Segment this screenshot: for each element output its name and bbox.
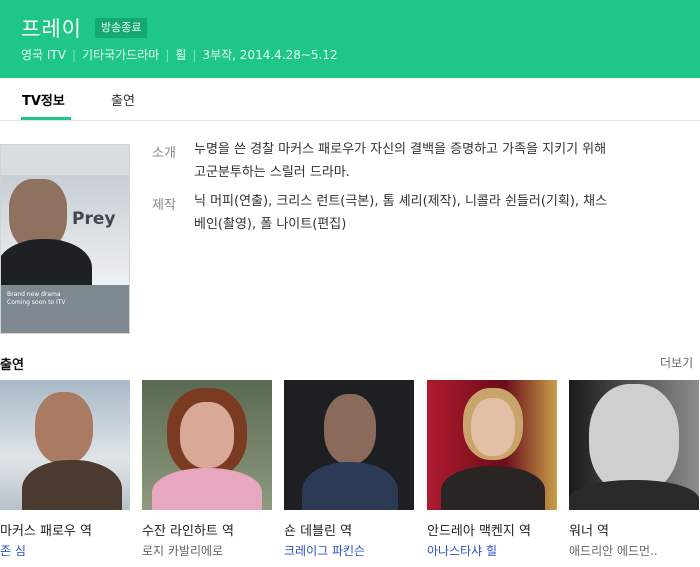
photo-body — [22, 460, 122, 510]
meta-network[interactable]: 영국 ITV — [21, 48, 66, 62]
more-link[interactable]: 더보기 — [660, 354, 693, 371]
production-line: 닉 머피(연출), 크리스 런트(극본), 톰 셰리(제작), 니콜라 쉰들러(… — [194, 194, 608, 209]
photo-head — [471, 398, 515, 456]
intro-line: 누명을 쓴 경찰 마커스 패로우가 자신의 결백을 증명하고 가족을 지키기 위… — [194, 142, 607, 157]
tab-tv-info[interactable]: TV정보 — [22, 90, 65, 109]
production-line: 베인(촬영), 폴 나이트(편집) — [194, 217, 347, 232]
cast-role[interactable]: 숀 데블린 역 — [284, 520, 414, 539]
program-header: 프레이 방송종료 영국 ITV | 기타국가드라마 | 휠 | 3부작, 2014.4.28… — [0, 0, 700, 78]
photo-head — [35, 392, 93, 464]
photo-head — [324, 394, 376, 464]
intro-line: 고군분투하는 스릴러 드라마. — [194, 165, 350, 180]
cast-photo[interactable] — [142, 380, 272, 510]
cast-actor-link[interactable]: 크레이그 파킨슨 — [284, 542, 414, 559]
photo-head — [180, 402, 234, 468]
cast-role[interactable]: 워너 역 — [569, 520, 699, 539]
poster-photo: Prey — [1, 175, 129, 299]
poster-caption: Brand new drama Coming soon to ITV — [7, 291, 66, 307]
meta-genre[interactable]: 기타국가드라마 — [82, 48, 159, 62]
meta-separator: | — [71, 48, 77, 62]
cast-role[interactable]: 마커스 패로우 역 — [0, 520, 130, 539]
cast-card[interactable]: 수잔 라인하트 역 로지 카발리에로 — [142, 380, 272, 558]
cast-actor: 애드리안 에드먼.. — [569, 544, 658, 558]
poster-caption-line1: Brand new drama — [7, 291, 61, 298]
program-title[interactable]: 프레이 — [21, 13, 82, 43]
cast-photo[interactable] — [284, 380, 414, 510]
intro-label: 소개 — [152, 146, 176, 161]
cast-card[interactable]: 안드레아 맥켄지 역 아나스타샤 힐 — [427, 380, 557, 558]
cast-role[interactable]: 안드레아 맥켄지 역 — [427, 520, 557, 539]
production-label: 제작 — [152, 198, 176, 213]
photo-body — [569, 480, 699, 510]
tab-cast[interactable]: 출연 — [111, 90, 135, 109]
cast-actor: 로지 카발리에로 — [142, 544, 224, 558]
photo-head — [589, 384, 679, 494]
cast-section-title: 출연 — [0, 358, 24, 373]
meta-separator: | — [192, 48, 197, 62]
cast-actor-link[interactable]: 아나스타샤 힐 — [427, 542, 557, 559]
poster-caption-line2: Coming soon to ITV — [7, 299, 66, 306]
cast-card[interactable]: 마커스 패로우 역 존 심 — [0, 380, 130, 558]
poster-title-text: Prey — [72, 209, 116, 229]
meta-separator: | — [165, 48, 170, 62]
cast-photo[interactable] — [569, 380, 699, 510]
program-meta: 영국 ITV | 기타국가드라마 | 휠 | 3부작, 2014.4.28~5.12 — [21, 46, 338, 63]
program-poster[interactable]: Prey Brand new drama Coming soon to ITV — [0, 144, 130, 334]
cast-actor-link[interactable]: 존 심 — [0, 542, 130, 559]
photo-body — [152, 468, 262, 510]
photo-body — [302, 462, 398, 510]
cast-photo[interactable] — [0, 380, 130, 510]
cast-photo[interactable] — [427, 380, 557, 510]
active-tab-indicator — [21, 117, 71, 120]
intro-text: 누명을 쓴 경찰 마커스 패로우가 자신의 결백을 증명하고 가족을 지키기 위… — [194, 138, 684, 184]
cast-card[interactable]: 숀 데블린 역 크레이그 파킨슨 — [284, 380, 414, 558]
tab-bar: TV정보 출연 — [0, 78, 700, 121]
status-badge: 방송종료 — [95, 18, 148, 38]
meta-day: 휠 — [175, 48, 187, 62]
cast-card[interactable]: 워너 역 애드리안 에드먼.. — [569, 380, 699, 558]
production-text: 닉 머피(연출), 크리스 런트(극본), 톰 셰리(제작), 니콜라 쉰들러(… — [194, 190, 684, 236]
photo-body — [441, 466, 545, 510]
cast-role[interactable]: 수잔 라인하트 역 — [142, 520, 272, 539]
meta-episodes: 3부작, 2014.4.28~5.12 — [202, 48, 338, 62]
